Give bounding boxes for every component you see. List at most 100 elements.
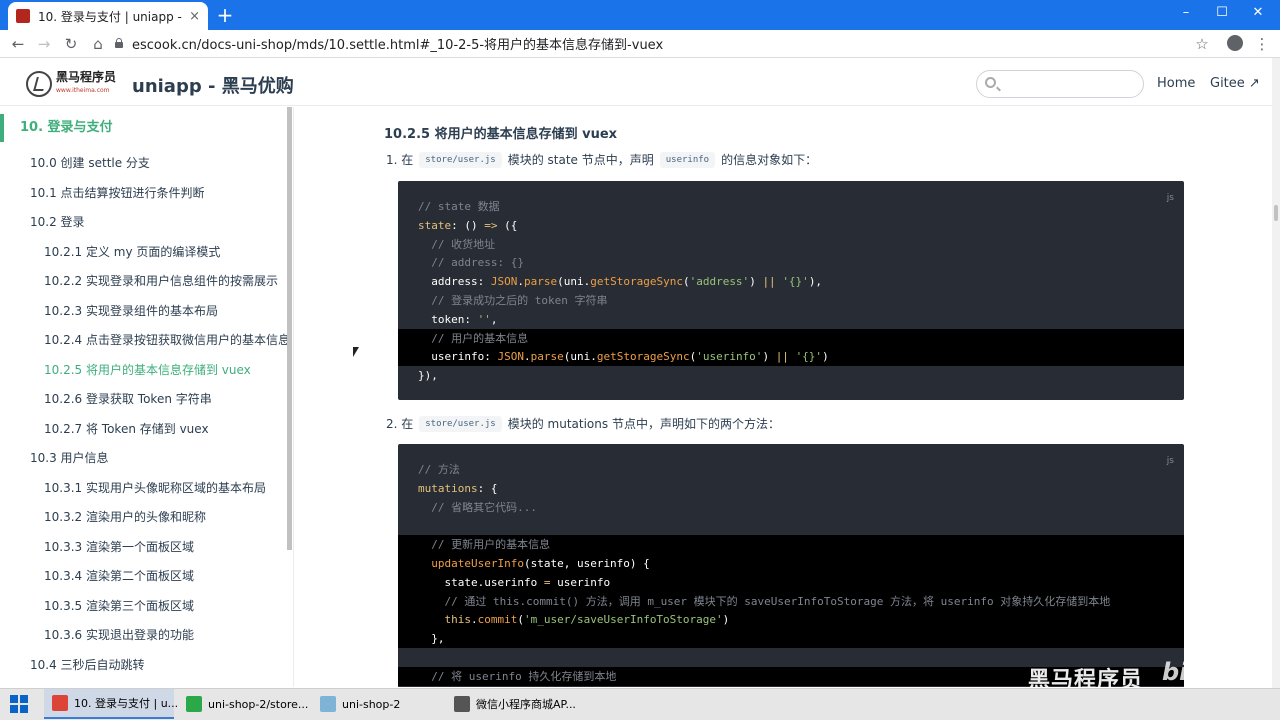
back-button[interactable]: ← — [6, 32, 30, 56]
window-close-button[interactable]: ✕ — [1240, 0, 1276, 28]
tab-title: 10. 登录与支付 | uniapp - 黑马优... — [38, 9, 183, 24]
url-input[interactable]: escook.cn/docs-uni-shop/mds/10.settle.ht… — [114, 33, 1222, 53]
sidebar-item[interactable]: 10.4 三秒后自动跳转 — [0, 656, 145, 673]
minimize-button[interactable]: – — [1168, 0, 1204, 28]
code-line: this.commit('m_user/saveUserInfoToStorag… — [398, 610, 1184, 630]
code-token: commit — [477, 613, 518, 627]
sidebar-item[interactable]: 10.2.5 将用户的基本信息存储到 vuex — [0, 361, 251, 378]
code-line: }), — [398, 366, 1184, 385]
reload-button[interactable]: ↻ — [59, 32, 83, 56]
taskbar-item-label: uni-shop-2/store... — [208, 697, 309, 711]
sidebar-item[interactable]: 10.3 用户信息 — [0, 449, 109, 466]
taskbar-item[interactable]: uni-shop-2/store... — [178, 689, 308, 719]
code-token: // 将 userinfo 持久化存储到本地 — [418, 669, 617, 683]
sidebar-item[interactable]: 10.1 点击结算按钮进行条件判断 — [0, 184, 205, 201]
code-token: || — [762, 275, 776, 289]
code-token: // 通过 this.commit() 方法，调用 m_user 模块下的 sa… — [418, 594, 1111, 608]
sidebar-item[interactable]: 10.2.1 定义 my 页面的编译模式 — [0, 243, 220, 260]
sidebar-item[interactable]: 10.3.3 渲染第一个面板区域 — [0, 538, 194, 555]
sidebar-item[interactable]: 10.3.5 渲染第三个面板区域 — [0, 597, 194, 614]
code-token: // state 数据 — [418, 200, 500, 213]
nav-gitee-link[interactable]: Gitee ↗ — [1210, 76, 1260, 91]
code-token: // 登录成功之后的 token 字符串 — [418, 294, 608, 307]
taskbar-item[interactable]: uni-shop-2 — [312, 689, 442, 719]
bookmark-star-icon[interactable]: ☆ — [1190, 32, 1214, 56]
code-token: || — [775, 350, 789, 364]
forward-button[interactable]: → — [32, 32, 56, 56]
logo-subtext: www.itheima.com — [56, 87, 110, 94]
code-token: // 更新用户的基本信息 — [418, 538, 551, 552]
taskbar-item[interactable]: 10. 登录与支付 | u... — [44, 689, 178, 719]
code-token: ), — [808, 275, 823, 289]
code-line: state.userinfo = userinfo — [398, 572, 1184, 592]
sidebar-scrollbar[interactable] — [287, 107, 292, 550]
code-line: // 省略其它代码... — [398, 498, 1184, 517]
code-token: (uni. — [563, 350, 597, 364]
sidebar-section-login-pay[interactable]: 10. 登录与支付 — [0, 114, 288, 142]
code-token: userinfo: — [418, 350, 498, 364]
code-token: state.userinfo — [418, 575, 544, 589]
nav-home-link[interactable]: Home — [1157, 76, 1195, 91]
browser-menu-icon[interactable]: ⋮ — [1250, 32, 1274, 56]
page-scrollbar-thumb[interactable] — [1274, 205, 1278, 221]
code-line: // 用户的基本信息 — [398, 328, 1184, 348]
code-line: address: JSON.parse(uni.getStorageSync('… — [398, 272, 1184, 291]
taskbar-item-label: 微信小程序商城AP... — [476, 698, 576, 711]
code-line: // 收货地址 — [398, 235, 1184, 254]
code-token: '{}' — [795, 350, 823, 364]
home-button[interactable]: ⌂ — [86, 32, 110, 56]
code-block-mutations: js // 方法 mutations: { // 省略其它代码... // 更新用… — [398, 444, 1184, 687]
sidebar-item[interactable]: 10.2.6 登录获取 Token 字符串 — [0, 390, 212, 407]
code-line: }, — [398, 629, 1184, 649]
code-token: ) — [749, 275, 763, 289]
taskbar-item[interactable]: 微信小程序商城AP... — [446, 689, 576, 719]
sidebar-item[interactable]: 10.2 登录 — [0, 213, 85, 230]
new-tab-button[interactable]: + — [214, 4, 236, 26]
sidebar-item[interactable]: 10.0 创建 settle 分支 — [0, 154, 150, 171]
sidebar-item[interactable]: 10.3.2 渲染用户的头像和昵称 — [0, 508, 206, 525]
tab-close-icon[interactable]: × — [189, 9, 200, 24]
code-token: . — [517, 275, 524, 289]
code-token: => — [484, 218, 498, 232]
site-logo[interactable]: 黑马程序员 www.itheima.com — [26, 70, 116, 98]
code-token: , — [490, 312, 498, 326]
code-token: . — [470, 613, 478, 627]
code-token: (state, userinfo) { — [523, 557, 650, 570]
sidebar-item[interactable]: 10.2.4 点击登录按钮获取微信用户的基本信息 — [0, 331, 290, 348]
hbuilder-icon — [186, 696, 202, 712]
code-token: }, — [418, 632, 445, 646]
taskbar-item-label: uni-shop-2 — [342, 697, 401, 711]
sidebar-item[interactable]: 10.2.7 将 Token 存储到 vuex — [0, 420, 209, 437]
taskbar-item-label: 10. 登录与支付 | u... — [74, 697, 179, 710]
sidebar-item[interactable]: 10.2.2 实现登录和用户信息组件的按需展示 — [0, 272, 278, 289]
code-token: // 方法 — [418, 463, 460, 476]
code-token: 'address' — [689, 275, 750, 289]
code-token: // 用户的基本信息 — [418, 331, 529, 345]
sidebar-item[interactable]: 10.3.6 实现退出登录的功能 — [0, 626, 194, 643]
profile-avatar-icon[interactable] — [1227, 35, 1243, 51]
code-token: parse — [530, 350, 564, 364]
code-token: // address: {} — [418, 256, 524, 270]
search-icon — [985, 77, 996, 88]
bilibili-watermark: bilibili — [1162, 658, 1246, 686]
lock-icon — [114, 38, 124, 48]
sidebar-item[interactable]: 10.2.3 实现登录组件的基本布局 — [0, 302, 218, 319]
sidebar-item[interactable]: 10.3.4 渲染第二个面板区域 — [0, 567, 194, 584]
browser-tab[interactable]: 10. 登录与支付 | uniapp - 黑马优... × — [8, 2, 208, 30]
code-token: ) — [722, 613, 730, 627]
code-line: // state 数据 — [398, 197, 1184, 216]
logo-icon — [26, 71, 52, 97]
chrome-icon — [52, 695, 68, 711]
windows-start-icon[interactable] — [10, 695, 28, 713]
site-title[interactable]: uniapp - 黑马优购 — [132, 72, 294, 98]
search-input[interactable] — [976, 70, 1144, 98]
page-scrollbar-track[interactable] — [1272, 58, 1280, 688]
code-token: userinfo — [550, 575, 611, 589]
url-text: escook.cn/docs-uni-shop/mds/10.settle.ht… — [132, 37, 664, 53]
sidebar: 10. 登录与支付 10.0 创建 settle 分支 10.1 点击结算按钮进行… — [0, 107, 294, 687]
code-line: token: '', — [398, 310, 1184, 329]
code-line: updateUserInfo(state, userinfo) { — [398, 554, 1184, 573]
maximize-button[interactable]: ☐ — [1204, 0, 1240, 28]
sidebar-item[interactable]: 10.3.1 实现用户头像昵称区域的基本布局 — [0, 479, 266, 496]
